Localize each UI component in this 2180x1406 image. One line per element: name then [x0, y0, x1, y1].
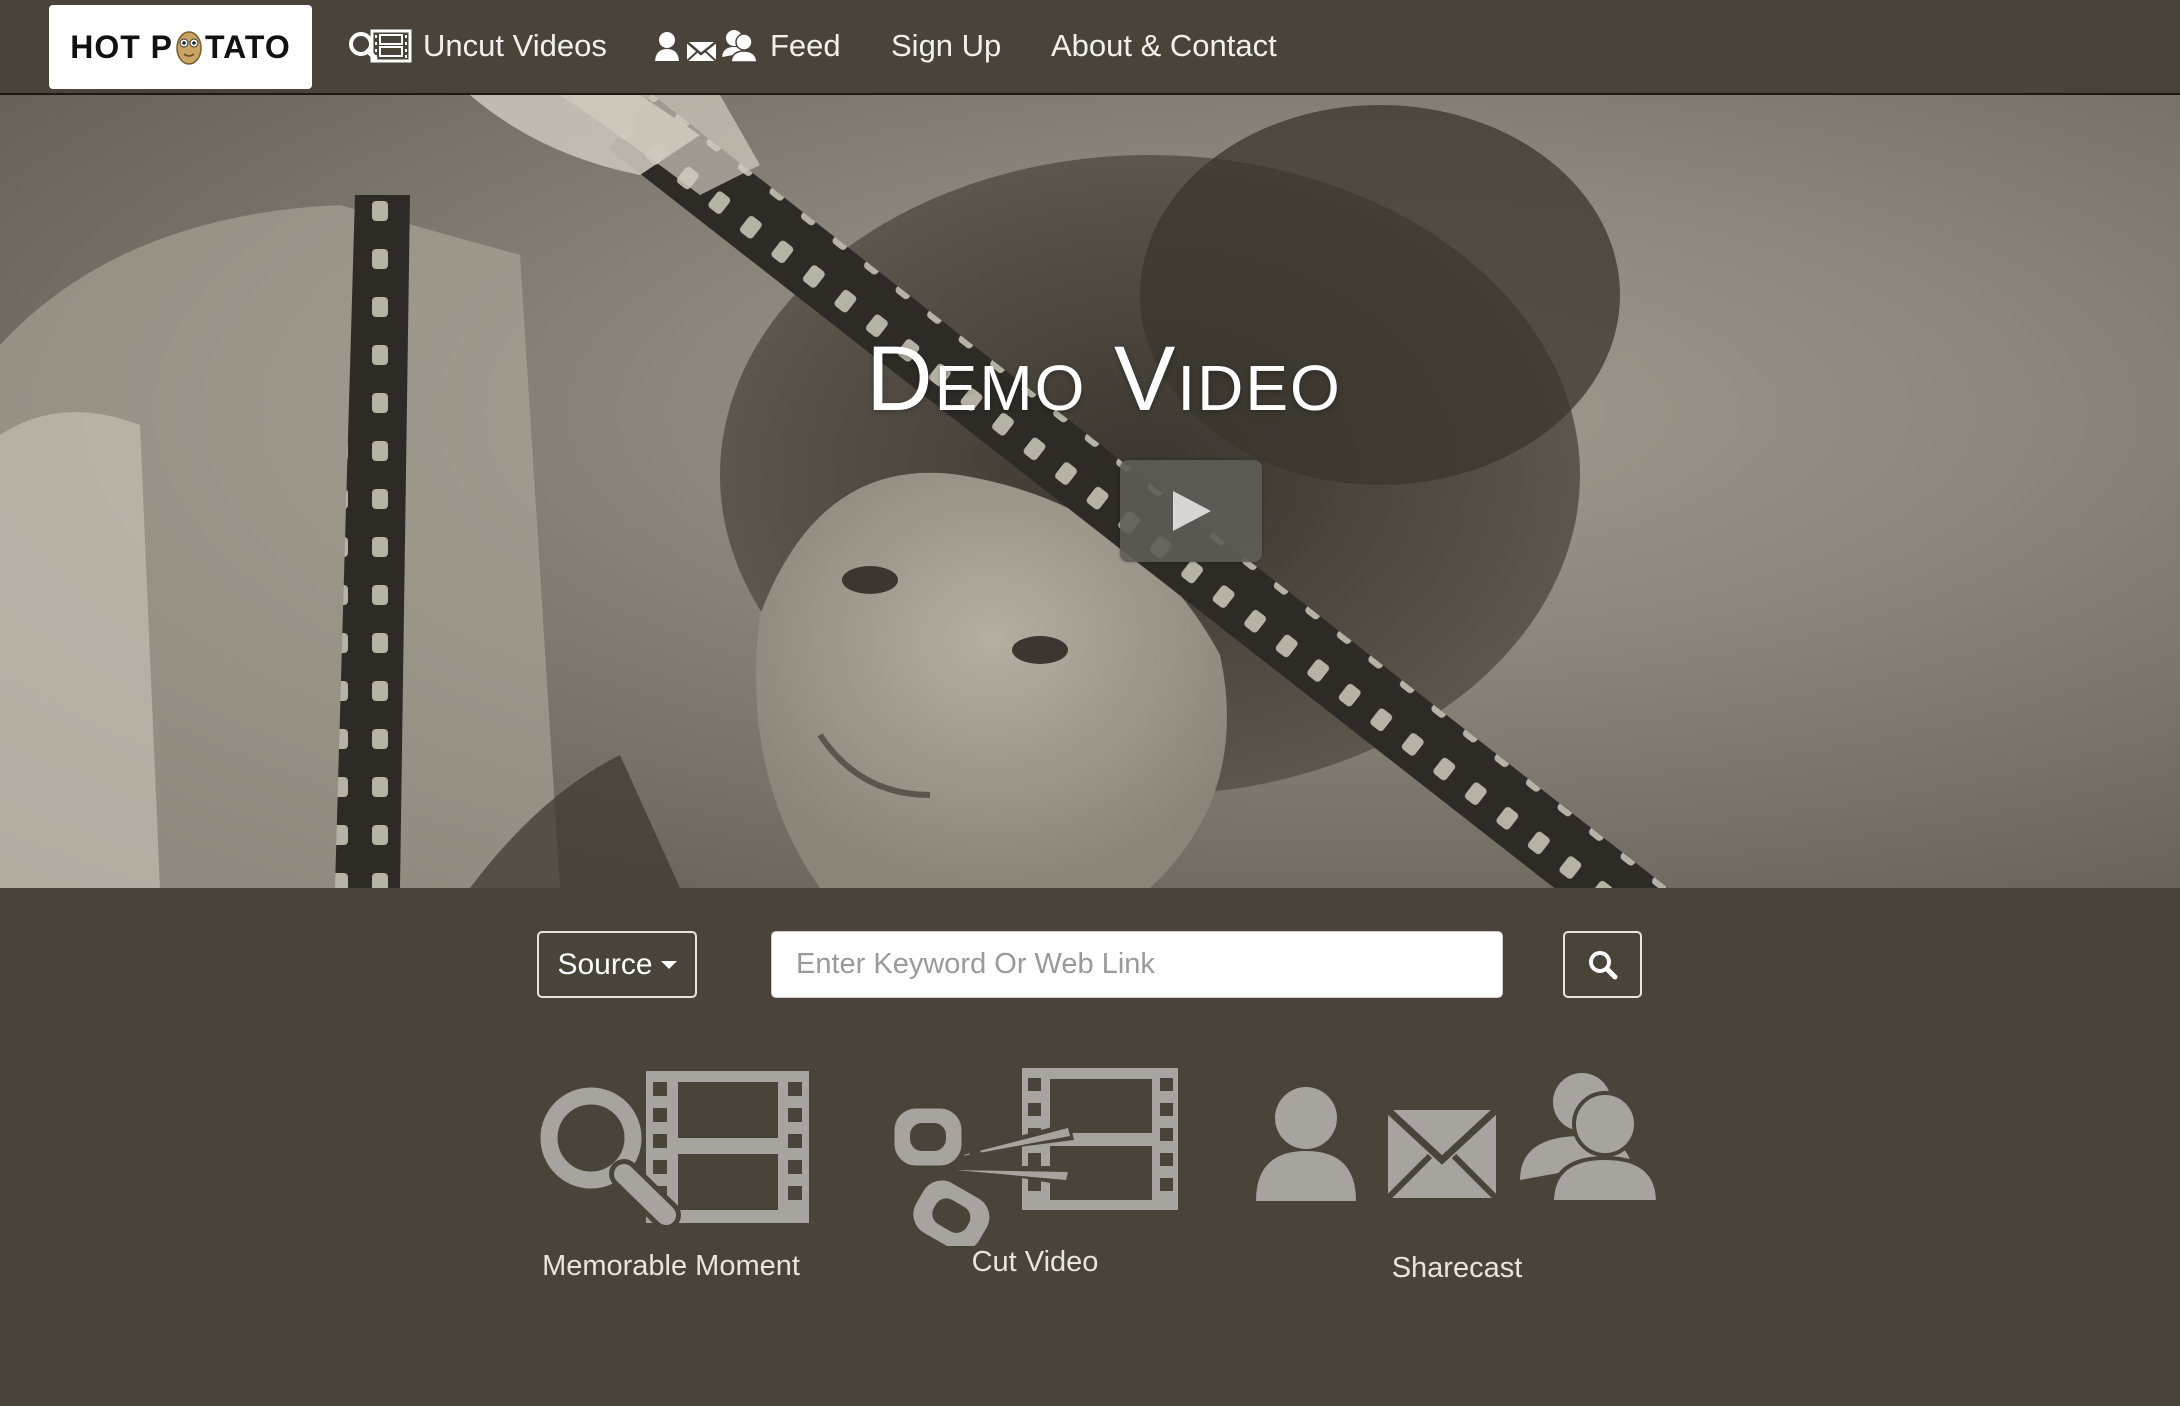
play-icon	[1173, 491, 1211, 531]
nav-uncut-videos[interactable]: Uncut Videos	[348, 22, 607, 70]
sharecast-icon	[655, 30, 758, 63]
nav-feed-label: Feed	[770, 28, 841, 63]
hero-background-image	[0, 95, 1834, 888]
feature-cut-video[interactable]: Cut Video	[889, 1066, 1180, 1291]
brand-text-right: TATO	[205, 28, 291, 65]
brand-text-left: HOT P	[70, 28, 173, 65]
source-dropdown[interactable]: Source	[537, 931, 697, 998]
brand-logo[interactable]: HOT P TATO	[49, 5, 312, 89]
feature-cut-video-label: Cut Video	[971, 1246, 1099, 1278]
search-film-icon	[540, 1071, 809, 1230]
search-button[interactable]	[1563, 931, 1642, 998]
source-dropdown-label: Source	[557, 947, 653, 981]
nav-sign-up-label: Sign Up	[891, 28, 1002, 63]
search-input[interactable]	[771, 931, 1503, 998]
hero-title: Demo Video	[866, 328, 1342, 430]
user-mail-users-icon	[1256, 1073, 1661, 1204]
nav-uncut-videos-label: Uncut Videos	[423, 28, 607, 63]
nav-sign-up[interactable]: Sign Up	[891, 22, 1001, 70]
hero-banner: Demo Video	[0, 95, 2180, 888]
search-icon	[1588, 950, 1617, 979]
caret-down-icon	[660, 960, 677, 969]
search-film-icon	[349, 29, 412, 63]
feature-memorable-moment-label: Memorable Moment	[542, 1250, 800, 1282]
feature-memorable-moment[interactable]: Memorable Moment	[536, 1068, 812, 1293]
play-button[interactable]	[1120, 460, 1262, 562]
nav-feed[interactable]: Feed	[652, 22, 841, 70]
nav-about-contact-label: About & Contact	[1051, 28, 1277, 63]
potato-icon	[176, 31, 202, 65]
top-navbar: HOT P TATO Uncut Videos Feed Sign Up Abo…	[0, 0, 2180, 95]
scissors-film-icon	[889, 1068, 1178, 1256]
nav-about-contact[interactable]: About & Contact	[1051, 22, 1277, 70]
feature-sharecast-label: Sharecast	[1391, 1252, 1523, 1284]
feature-sharecast[interactable]: Sharecast	[1252, 1068, 1662, 1293]
